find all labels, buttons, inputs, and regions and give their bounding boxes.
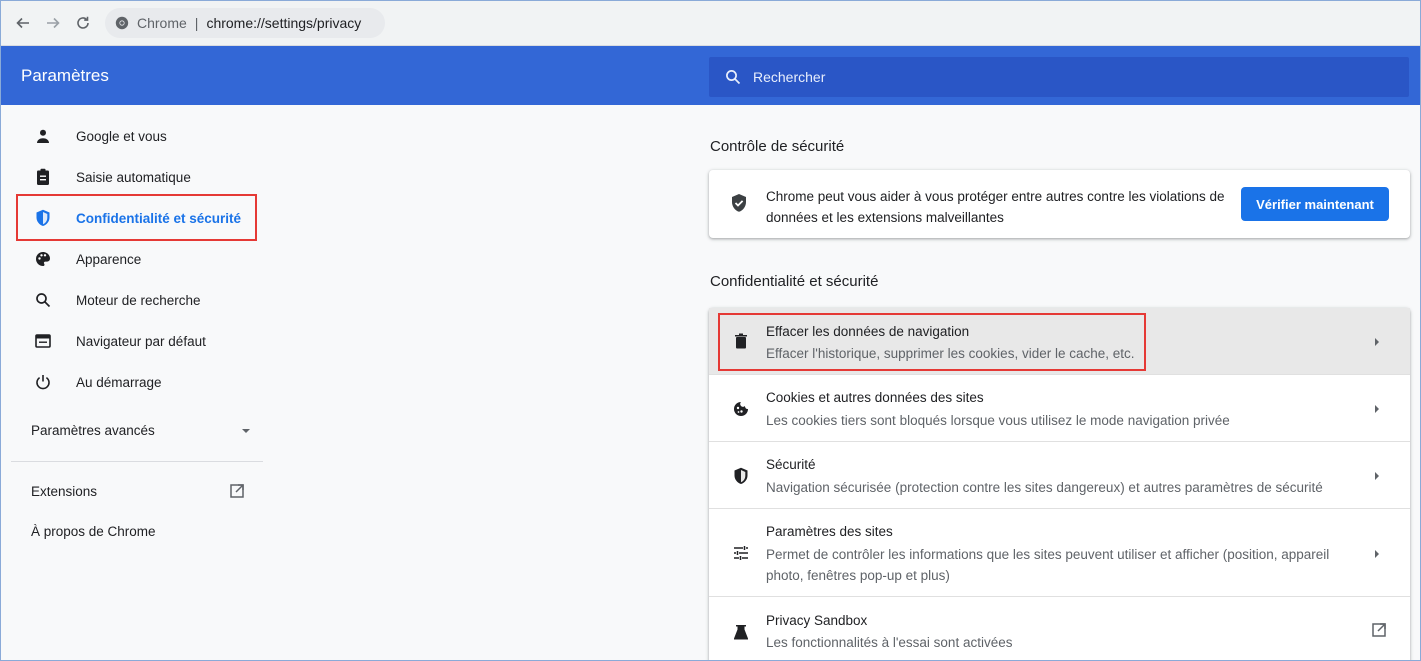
- person-icon: [31, 124, 55, 148]
- safety-check-description: Chrome peut vous aider à vous protéger e…: [766, 189, 1225, 225]
- row-subtitle: Permet de contrôler les informations que…: [766, 547, 1330, 583]
- safety-check-title: Contrôle de sécurité: [710, 138, 845, 155]
- extensions-label: Extensions: [31, 483, 98, 499]
- sidebar-item-search-engine[interactable]: Moteur de recherche: [11, 281, 251, 319]
- row-title: Privacy Sandbox: [766, 613, 868, 628]
- arrow-left-icon: [16, 17, 29, 29]
- address-bar[interactable]: Chrome | chrome://settings/privacy: [105, 8, 385, 38]
- arrow-right-icon: [1375, 472, 1379, 480]
- cookies-row[interactable]: Cookies et autres données des sites Les …: [709, 374, 1410, 442]
- row-title: Cookies et autres données des sites: [766, 390, 984, 405]
- open-in-new-icon: [1372, 623, 1386, 637]
- sidebar-item-label: Apparence: [76, 251, 142, 267]
- palette-icon: [31, 247, 55, 271]
- forward-button[interactable]: [41, 11, 65, 35]
- security-row[interactable]: Sécurité Navigation sécurisée (protectio…: [709, 441, 1410, 509]
- flask-icon: [730, 621, 752, 643]
- sidebar-item-autofill[interactable]: Saisie automatique: [11, 158, 251, 196]
- arrow-right-icon: [1375, 338, 1379, 346]
- sidebar-item-label: Navigateur par défaut: [76, 333, 206, 349]
- settings-search-input[interactable]: Rechercher: [709, 57, 1409, 97]
- row-title: Paramètres des sites: [766, 524, 893, 539]
- sidebar-divider: [11, 461, 263, 462]
- power-icon: [31, 370, 55, 394]
- back-button[interactable]: [11, 11, 35, 35]
- privacy-sandbox-row[interactable]: Privacy Sandbox Les fonctionnalités à l'…: [709, 596, 1410, 660]
- url-text: chrome://settings/privacy: [206, 15, 362, 31]
- browser-icon: [31, 329, 55, 353]
- settings-header: Paramètres Rechercher: [1, 46, 1420, 105]
- sidebar-item-label: Au démarrage: [76, 374, 162, 390]
- about-chrome-link[interactable]: À propos de Chrome: [31, 524, 156, 539]
- sidebar-item-google[interactable]: Google et vous: [11, 117, 251, 155]
- settings-sidebar: Google et vous Saisie automatique Confid…: [1, 106, 263, 660]
- check-now-button[interactable]: Vérifier maintenant: [1241, 187, 1389, 221]
- search-placeholder: Rechercher: [753, 69, 826, 85]
- privacy-section-title: Confidentialité et sécurité: [710, 273, 879, 290]
- shield-check-icon: [730, 193, 748, 218]
- sidebar-item-default-browser[interactable]: Navigateur par défaut: [11, 322, 251, 360]
- cookie-icon: [730, 398, 752, 420]
- chrome-icon: [115, 16, 129, 30]
- advanced-settings-toggle[interactable]: Paramètres avancés: [31, 423, 251, 438]
- highlight-box-clear-data: [718, 313, 1146, 371]
- sidebar-item-startup[interactable]: Au démarrage: [11, 363, 251, 401]
- sidebar-item-label: Moteur de recherche: [76, 292, 201, 308]
- open-in-new-icon: [230, 484, 244, 498]
- sidebar-item-label: Saisie automatique: [76, 169, 191, 185]
- row-subtitle: Navigation sécurisée (protection contre …: [766, 480, 1323, 495]
- page-title: Paramètres: [21, 66, 109, 85]
- reload-icon: [77, 16, 89, 29]
- advanced-settings-label: Paramètres avancés: [31, 423, 155, 438]
- browser-window: Chrome | chrome://settings/privacy Param…: [0, 0, 1421, 661]
- sidebar-item-appearance[interactable]: Apparence: [11, 240, 251, 278]
- arrow-right-icon: [1375, 405, 1379, 413]
- row-title: Sécurité: [766, 457, 816, 472]
- extensions-link[interactable]: Extensions: [31, 483, 245, 499]
- search-icon: [726, 70, 741, 85]
- arrow-right-icon: [1375, 550, 1379, 558]
- site-settings-row[interactable]: Paramètres des sites Permet de contrôler…: [709, 508, 1410, 597]
- arrow-right-icon: [47, 17, 60, 29]
- shield-icon: [730, 465, 752, 487]
- url-separator: |: [194, 15, 199, 31]
- clipboard-icon: [31, 165, 55, 189]
- row-subtitle: Les cookies tiers sont bloqués lorsque v…: [766, 413, 1230, 428]
- search-icon: [31, 288, 55, 312]
- sidebar-item-label: Google et vous: [76, 128, 167, 144]
- reload-button[interactable]: [71, 11, 95, 35]
- highlight-box-privacy: [16, 194, 257, 241]
- safety-check-card: Chrome peut vous aider à vous protéger e…: [709, 170, 1410, 238]
- browser-toolbar: Chrome | chrome://settings/privacy: [1, 1, 1420, 46]
- caret-down-icon: [242, 428, 250, 433]
- tune-icon: [730, 542, 752, 564]
- site-name: Chrome: [137, 15, 187, 31]
- row-subtitle: Les fonctionnalités à l'essai sont activ…: [766, 635, 1013, 650]
